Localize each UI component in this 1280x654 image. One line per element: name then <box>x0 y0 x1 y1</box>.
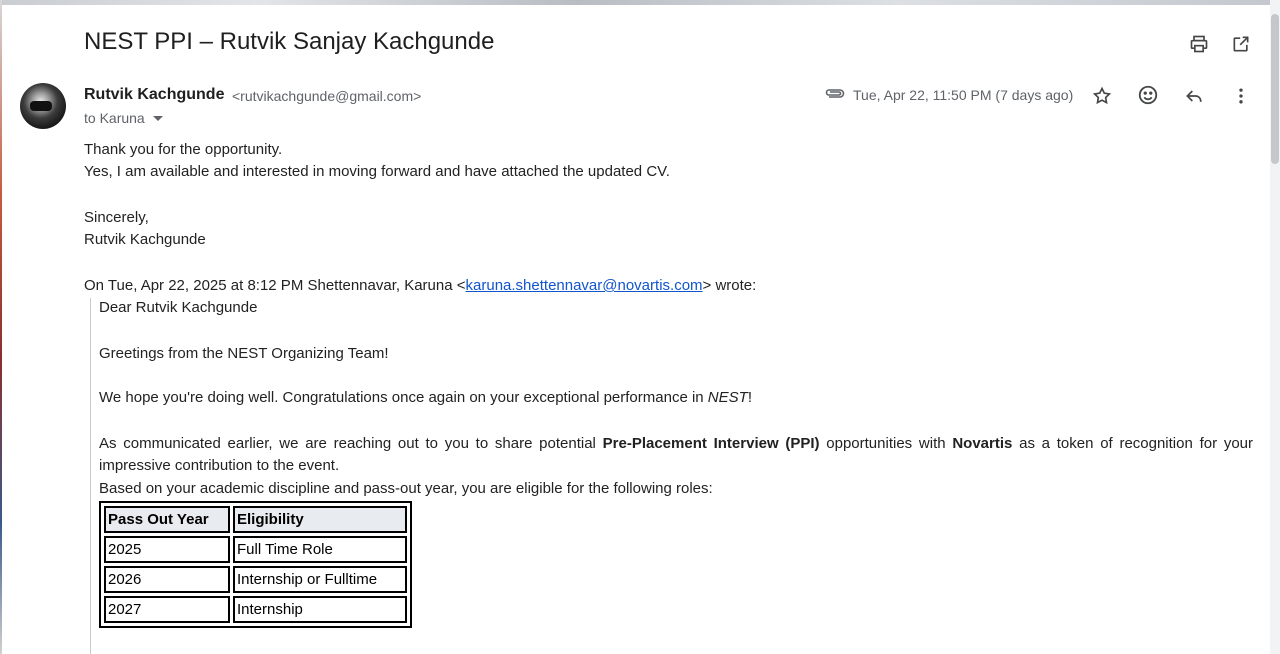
email-subject: NEST PPI – Rutvik Sanjay Kachgunde <box>84 28 495 55</box>
recipient-line[interactable]: to Karuna <box>84 110 163 126</box>
quoted-paragraph-novartis: Novartis <box>952 435 1013 452</box>
sender-avatar[interactable] <box>20 83 66 129</box>
table-cell: Full Time Role <box>233 536 407 563</box>
table-row: 2027 Internship <box>104 596 407 623</box>
sender-email: <rutvikachgunde@gmail.com> <box>232 88 422 104</box>
quoted-line-1: Greetings from the NEST Organizing Team! <box>99 345 389 362</box>
quote-bar <box>90 298 91 654</box>
window-top-strip <box>0 0 1280 5</box>
quoted-sender-email-link[interactable]: karuna.shettennavar@novartis.com <box>466 277 703 294</box>
quote-header-suffix: > wrote: <box>702 277 757 294</box>
scrollbar-track[interactable] <box>1270 0 1280 654</box>
quoted-line-2-text: We hope you're doing well. Congratulatio… <box>99 389 708 406</box>
quoted-greeting: Dear Rutvik Kachgunde <box>99 299 258 316</box>
recipient-label: to Karuna <box>84 110 145 126</box>
quote-header: On Tue, Apr 22, 2025 at 8:12 PM Shettenn… <box>84 275 756 297</box>
star-icon[interactable] <box>1090 84 1114 108</box>
eligibility-table: Pass Out Year Eligibility 2025 Full Time… <box>99 501 412 628</box>
email-date: Tue, Apr 22, 11:50 PM (7 days ago) <box>853 87 1074 103</box>
table-header-row: Pass Out Year Eligibility <box>104 506 407 533</box>
quoted-paragraph-a: As communicated earlier, we are reaching… <box>99 435 603 452</box>
quoted-paragraph-ppi: Pre-Placement Interview (PPI) <box>602 435 820 452</box>
quoted-paragraph: As communicated earlier, we are reaching… <box>99 433 1253 477</box>
sender-name[interactable]: Rutvik Kachgunde <box>84 86 224 104</box>
eligibility-line: Based on your academic discipline and pa… <box>99 480 713 497</box>
quote-header-prefix: On Tue, Apr 22, 2025 at 8:12 PM Shettenn… <box>84 277 466 294</box>
scrollbar-thumb[interactable] <box>1271 14 1279 164</box>
table-header-cell: Eligibility <box>233 506 407 533</box>
table-cell: 2025 <box>104 536 230 563</box>
table-cell: 2027 <box>104 596 230 623</box>
quoted-line-2: We hope you're doing well. Congratulatio… <box>99 387 752 409</box>
reply-line-1: Thank you for the opportunity. <box>84 141 283 158</box>
quoted-line-2-end: ! <box>747 389 752 406</box>
table-header-cell: Pass Out Year <box>104 506 230 533</box>
window-left-edge <box>0 0 2 654</box>
table-row: 2026 Internship or Fulltime <box>104 566 407 593</box>
table-cell: 2026 <box>104 566 230 593</box>
table-cell: Internship <box>233 596 407 623</box>
quoted-paragraph-b: opportunities with <box>819 435 953 452</box>
chevron-down-icon[interactable] <box>152 115 163 121</box>
table-row: 2025 Full Time Role <box>104 536 407 563</box>
reply-closing: Sincerely, <box>84 209 149 226</box>
reply-icon[interactable] <box>1182 84 1206 108</box>
reply-line-2: Yes, I am available and interested in mo… <box>84 163 670 180</box>
more-options-icon[interactable] <box>1229 84 1253 108</box>
table-cell: Internship or Fulltime <box>233 566 407 593</box>
reply-signature: Rutvik Kachgunde <box>84 231 206 248</box>
open-in-new-window-icon[interactable] <box>1229 32 1253 56</box>
quoted-line-2-emphasis: NEST <box>707 389 748 406</box>
attachment-icon <box>824 86 846 102</box>
emoji-reaction-icon[interactable] <box>1136 83 1160 107</box>
print-icon[interactable] <box>1187 32 1211 56</box>
